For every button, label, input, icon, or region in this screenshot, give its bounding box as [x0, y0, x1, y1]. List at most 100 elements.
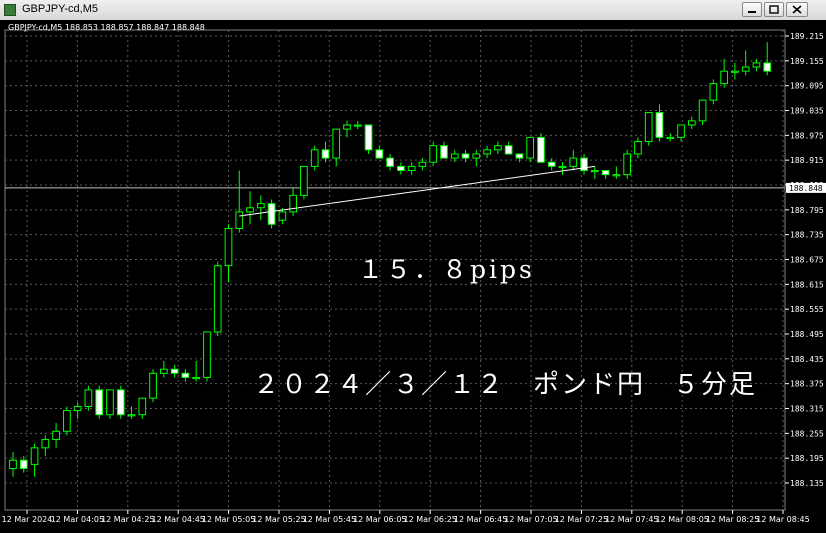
caption-annotation: ２０２４／３／１２ ポンド円 ５分足 — [253, 370, 758, 400]
chart-window: GBPJPY-cd,M5 189.215 189.155 189.095 189.03… — [0, 0, 826, 533]
y-tick-label: 188.195 — [790, 454, 824, 463]
candle-body — [644, 112, 653, 143]
x-tick-label: 12 Mar 04:05 — [51, 515, 104, 524]
symbol-info-line: GBPJPY-cd,M5 188.853 188.857 188.847 188… — [8, 23, 205, 32]
y-tick-label: 188.915 — [790, 156, 824, 165]
pips-annotation: １５．８pips — [358, 255, 535, 284]
candle-body — [461, 153, 470, 159]
x-tick-label: 12 Mar 05:25 — [252, 515, 305, 524]
candle-body — [19, 459, 28, 470]
candle-body — [731, 70, 739, 73]
candle-body — [213, 265, 222, 333]
candle-body — [181, 372, 190, 378]
candle-body — [246, 207, 254, 213]
trendline — [239, 165, 595, 217]
candle-body — [364, 124, 373, 151]
candle-body — [203, 331, 211, 378]
candle-body — [472, 153, 481, 159]
x-tick-label: 12 Mar 04:25 — [101, 515, 154, 524]
candle-body — [590, 170, 599, 173]
candle-body — [537, 136, 545, 163]
window-titlebar[interactable]: GBPJPY-cd,M5 — [0, 0, 826, 21]
y-tick-label: 188.555 — [790, 305, 824, 314]
candle-body — [235, 211, 244, 229]
candle-body — [558, 165, 567, 169]
x-tick-label: 12 Mar 08:05 — [655, 515, 708, 524]
candle-body — [407, 165, 416, 172]
candle-body — [84, 389, 93, 407]
x-tick-label: 12 Mar 06:05 — [353, 515, 406, 524]
candle-body — [95, 389, 104, 416]
candle-body — [504, 145, 513, 155]
candle-body — [256, 203, 265, 209]
x-tick-label: 12 Mar 07:45 — [605, 515, 658, 524]
candle-body — [709, 83, 718, 101]
candle-body — [623, 153, 631, 176]
y-tick-label: 188.135 — [790, 479, 824, 488]
x-tick-label: 12 Mar 06:25 — [403, 515, 456, 524]
candle-body — [440, 145, 448, 159]
candle-body — [655, 112, 664, 138]
window-title: GBPJPY-cd,M5 — [22, 3, 99, 15]
price-chart[interactable]: 189.215 189.155 189.095 189.035 188.975 188.9… — [0, 20, 826, 533]
chart-app-icon — [4, 4, 16, 16]
candle-body — [63, 410, 71, 432]
x-tick-label: 12 Mar 06:45 — [454, 515, 507, 524]
candle-body — [418, 161, 427, 167]
candle-body — [267, 203, 276, 225]
y-tick-label: 188.315 — [790, 405, 824, 414]
y-tick-label: 188.255 — [790, 429, 824, 438]
candle-body — [763, 62, 772, 72]
y-tick-label: 188.795 — [790, 206, 824, 215]
y-tick-label: 188.495 — [790, 330, 824, 339]
candle-body — [300, 165, 308, 196]
candle-body — [687, 120, 696, 126]
restore-button[interactable] — [764, 2, 784, 17]
y-tick-label: 189.035 — [790, 107, 824, 116]
candle-body — [494, 145, 502, 151]
candle-body — [343, 124, 351, 130]
y-tick-label: 188.615 — [790, 280, 824, 289]
close-icon — [792, 5, 802, 14]
candle-body — [375, 149, 384, 159]
candle-body — [634, 141, 642, 155]
candle-body — [515, 153, 524, 159]
candle-body — [310, 149, 319, 167]
candle-body — [278, 211, 287, 221]
x-tick-label: 12 Mar 08:45 — [756, 515, 809, 524]
candle-body — [321, 149, 330, 159]
candle-body — [41, 439, 50, 449]
candle-body — [127, 414, 136, 417]
y-tick-label: 189.095 — [790, 82, 824, 91]
candle-body — [73, 405, 82, 412]
candle-body — [720, 70, 728, 85]
candle-body — [160, 368, 168, 374]
candle-body — [741, 66, 750, 72]
candle-body — [612, 174, 621, 177]
minimize-icon — [748, 11, 756, 13]
y-tick-label: 188.735 — [790, 231, 824, 240]
minimize-button[interactable] — [742, 2, 762, 17]
y-tick-label: 189.215 — [790, 32, 824, 41]
x-tick-label: 12 Mar 07:05 — [504, 515, 557, 524]
y-tick-label: 188.375 — [790, 380, 824, 389]
close-button[interactable] — [786, 2, 808, 17]
candle-body — [224, 227, 233, 267]
candle-body — [386, 157, 394, 167]
candle-body — [526, 136, 535, 159]
candle-body — [116, 389, 125, 416]
candle-body — [138, 397, 147, 416]
candle-body — [666, 136, 675, 140]
x-tick-label: 12 Mar 05:05 — [202, 515, 255, 524]
candle-body — [289, 194, 297, 213]
candle-body — [192, 376, 201, 380]
y-tick-label: 188.435 — [790, 355, 824, 364]
x-tick-label: 12 Mar 04:45 — [151, 515, 204, 524]
y-tick-label: 188.675 — [790, 256, 824, 265]
x-tick-label: 12 Mar 2024 — [2, 515, 53, 524]
current-price-label: 188.848 — [789, 184, 823, 193]
x-tick-label: 12 Mar 07:25 — [555, 515, 608, 524]
candle-body — [52, 430, 60, 441]
candle-body — [752, 62, 761, 68]
y-tick-label: 188.975 — [790, 131, 824, 140]
